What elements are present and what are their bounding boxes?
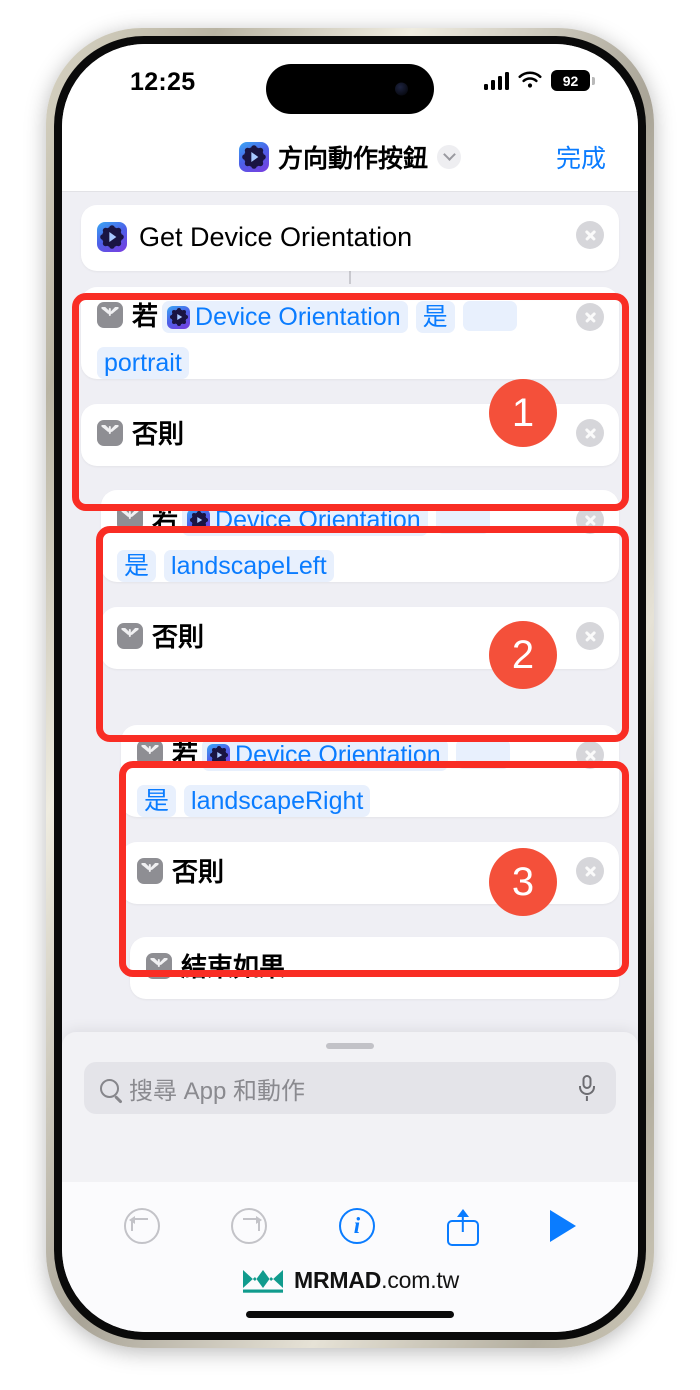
sheet-grabber-handle[interactable] — [326, 1043, 374, 1049]
watermark-brand: MRMAD — [294, 1267, 382, 1293]
branch-icon — [117, 505, 143, 531]
close-circle-icon[interactable] — [576, 857, 604, 885]
search-placeholder: 搜尋 App 和動作 — [129, 1077, 306, 1105]
shortcuts-app-icon — [97, 222, 127, 252]
end-if-card-1[interactable]: 結束如果 — [130, 937, 619, 999]
shortcuts-app-icon — [167, 305, 191, 329]
value-pill[interactable]: landscapeRight — [184, 785, 371, 817]
info-icon[interactable]: i — [338, 1208, 375, 1244]
if-condition-card-2[interactable]: 若 Device Orientation 是 landscapeLeft — [101, 490, 619, 582]
battery-percent-label: 92 — [562, 72, 579, 89]
redo-icon[interactable] — [231, 1208, 268, 1244]
watermark: MRMAD.com.tw — [241, 1267, 459, 1294]
action-label: Get Device Orientation — [139, 222, 413, 252]
shortcut-title-button[interactable]: 方向動作按鈕 — [238, 139, 462, 175]
status-bar: 12:25 92 — [62, 44, 638, 122]
microphone-icon[interactable] — [576, 1075, 598, 1101]
variable-label: Device Orientation — [195, 303, 401, 331]
operator-pill[interactable]: 是 — [137, 785, 177, 817]
operator-pill[interactable]: 是 — [117, 550, 157, 582]
blank-field-pill[interactable] — [435, 504, 490, 534]
variable-pill[interactable]: Device Orientation — [162, 301, 408, 333]
variable-pill[interactable]: Device Orientation — [202, 739, 448, 771]
close-circle-icon[interactable] — [576, 741, 604, 769]
shortcuts-app-icon — [238, 141, 269, 172]
shortcuts-app-icon — [187, 508, 211, 532]
undo-icon[interactable] — [123, 1208, 160, 1244]
play-icon[interactable] — [550, 1210, 577, 1242]
close-circle-icon[interactable] — [576, 419, 604, 447]
status-bar-time: 12:25 — [130, 68, 196, 96]
branch-icon — [137, 858, 163, 884]
branch-icon — [137, 740, 163, 766]
nav-bar: 方向動作按鈕 完成 — [62, 122, 638, 192]
value-pill[interactable]: landscapeLeft — [164, 550, 334, 582]
wifi-icon — [518, 71, 542, 88]
watermark-suffix: .com.tw — [381, 1267, 459, 1293]
action-card-get-device-orientation[interactable]: Get Device Orientation — [81, 205, 619, 271]
phone-screen: 12:25 92 方向動作按鈕 完成 Get Device Orientatio… — [62, 44, 638, 1332]
front-camera-lens — [395, 82, 408, 96]
variable-label: Device Orientation — [215, 506, 421, 534]
operator-pill[interactable]: 是 — [415, 301, 455, 333]
if-condition-card-1[interactable]: 若 Device Orientation 是 portrait — [81, 287, 619, 379]
variable-label: Device Orientation — [235, 741, 441, 769]
cellular-bars-icon — [483, 71, 509, 90]
else-label: 否則 — [132, 419, 185, 449]
home-indicator — [246, 1311, 454, 1318]
if-condition-card-3[interactable]: 若 Device Orientation 是 landscapeRight — [121, 725, 619, 817]
dynamic-island — [266, 64, 434, 114]
if-keyword-label: 若 — [132, 301, 159, 331]
share-icon[interactable] — [446, 1206, 479, 1246]
shortcuts-app-icon — [207, 743, 231, 767]
else-label: 否則 — [172, 857, 225, 887]
branch-icon — [146, 953, 172, 979]
action-connector — [349, 270, 351, 284]
close-circle-icon[interactable] — [576, 221, 604, 249]
chevron-down-icon[interactable] — [437, 144, 462, 169]
annotation-badge-3: 3 — [489, 848, 557, 916]
close-circle-icon[interactable] — [576, 622, 604, 650]
battery-icon: 92 — [551, 70, 590, 91]
close-circle-icon[interactable] — [576, 303, 604, 331]
if-keyword-label: 若 — [152, 504, 179, 534]
close-circle-icon[interactable] — [576, 506, 604, 534]
annotation-badge-2: 2 — [489, 621, 557, 689]
blank-field-pill[interactable] — [462, 301, 517, 331]
done-button[interactable]: 完成 — [556, 139, 606, 175]
action-search-sheet[interactable]: 搜尋 App 和動作 — [62, 1032, 638, 1182]
branch-icon — [97, 302, 123, 328]
if-keyword-label: 若 — [172, 739, 199, 769]
else-label: 否則 — [152, 622, 205, 652]
blank-field-pill[interactable] — [455, 739, 510, 769]
branch-icon — [117, 623, 143, 649]
branch-icon — [97, 420, 123, 446]
status-bar-indicators: 92 — [483, 70, 590, 91]
variable-pill[interactable]: Device Orientation — [182, 504, 428, 536]
end-if-label: 結束如果 — [181, 952, 286, 982]
mrmad-logo-icon — [241, 1267, 285, 1294]
search-icon — [100, 1078, 119, 1098]
annotation-badge-1: 1 — [489, 379, 557, 447]
search-input[interactable]: 搜尋 App 和動作 — [84, 1062, 616, 1114]
value-pill[interactable]: portrait — [97, 347, 189, 379]
page-title: 方向動作按鈕 — [277, 144, 429, 173]
bottom-toolbar: i MRMAD.com.tw — [62, 1182, 638, 1332]
